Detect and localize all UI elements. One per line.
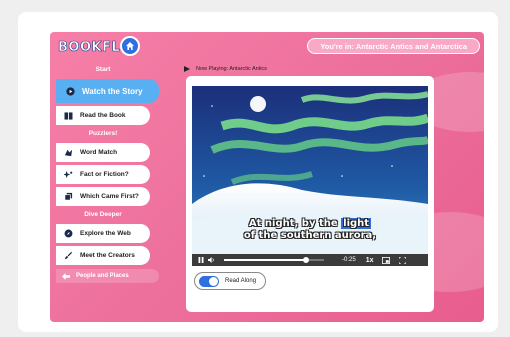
sidebar-item-read-the-book[interactable]: Read the Book	[56, 106, 150, 125]
section-title-puzzlers: Puzzlers!	[88, 130, 118, 137]
home-icon	[126, 42, 134, 50]
word-match-icon	[62, 148, 74, 158]
progress-knob[interactable]	[303, 257, 309, 263]
home-button[interactable]	[120, 36, 140, 56]
section-title-start: Start	[95, 66, 111, 73]
sidebar-item-meet-the-creators[interactable]: Meet the Creators	[56, 246, 150, 265]
volume-button[interactable]	[206, 255, 216, 265]
volume-icon	[207, 257, 214, 263]
picture-in-picture-button[interactable]	[381, 255, 391, 265]
bookflix-app: BOOKFLIX You're in: Antarctic Antics and…	[50, 32, 484, 322]
people-and-places-label: People and Places	[76, 273, 129, 279]
caption-highlight-word: light	[341, 218, 372, 229]
sidebar-item-fact-or-fiction[interactable]: Fact or Fiction?	[56, 165, 150, 184]
sidebar-item-label: Watch the Story	[82, 86, 143, 96]
sparkle-icon	[62, 170, 74, 180]
picture-in-picture-icon	[382, 256, 391, 264]
caption-text-before: At night, by the	[248, 218, 342, 229]
toggle-knob	[209, 276, 218, 286]
video-frame[interactable]: At night, by the light of the southern a…	[192, 86, 428, 254]
toggle-switch[interactable]	[199, 275, 219, 287]
sidebar-item-label: Fact or Fiction?	[80, 171, 129, 178]
sidebar-item-explore-the-web[interactable]: Explore the Web	[56, 224, 150, 243]
read-along-label: Read Along	[225, 278, 257, 284]
sidebar-item-label: Read the Book	[80, 112, 126, 119]
sidebar-item-label: Explore the Web	[80, 230, 131, 237]
read-along-caption: At night, by the light of the southern a…	[192, 218, 428, 242]
playback-speed-button[interactable]: 1x	[366, 257, 374, 264]
people-and-places-link[interactable]: People and Places	[56, 269, 159, 283]
play-circle-icon	[64, 86, 76, 96]
location-badge: You're in: Antarctic Antics and Antarcti…	[307, 38, 480, 54]
video-player-card: At night, by the light of the southern a…	[186, 76, 434, 312]
compass-icon	[62, 229, 74, 239]
fullscreen-button[interactable]	[397, 255, 407, 265]
sidebar-item-label: Word Match	[80, 149, 118, 156]
fullscreen-icon	[398, 256, 406, 264]
time-remaining: -0:25	[342, 257, 356, 263]
paint-brush-icon	[62, 251, 74, 261]
read-along-toggle[interactable]: Read Along	[194, 272, 266, 290]
sidebar-item-which-came-first[interactable]: Which Came First?	[56, 187, 150, 206]
sidebar-item-label: Which Came First?	[80, 193, 139, 200]
video-controls: -0:25 1x	[192, 254, 428, 266]
pause-icon	[198, 257, 204, 263]
sidebar-item-word-match[interactable]: Word Match	[56, 143, 150, 162]
now-playing-bar: Now Playing: Antarctic Antics	[184, 64, 267, 74]
sidebar-item-watch-the-story[interactable]: Watch the Story	[56, 79, 159, 103]
cards-icon	[62, 192, 74, 202]
play-icon	[184, 66, 190, 72]
sidebar-item-label: Meet the Creators	[80, 252, 135, 259]
sidebar: Start Watch the Story Read the Book Puzz…	[56, 64, 159, 283]
pause-button[interactable]	[196, 255, 206, 265]
progress-fill	[224, 259, 306, 261]
book-icon	[62, 111, 74, 121]
progress-bar[interactable]	[224, 257, 324, 263]
caption-line-2: of the southern aurora,	[243, 230, 377, 241]
arrow-left-icon	[62, 272, 70, 280]
section-title-dive-deeper: Dive Deeper	[84, 211, 122, 218]
now-playing-label: Now Playing: Antarctic Antics	[196, 66, 267, 72]
